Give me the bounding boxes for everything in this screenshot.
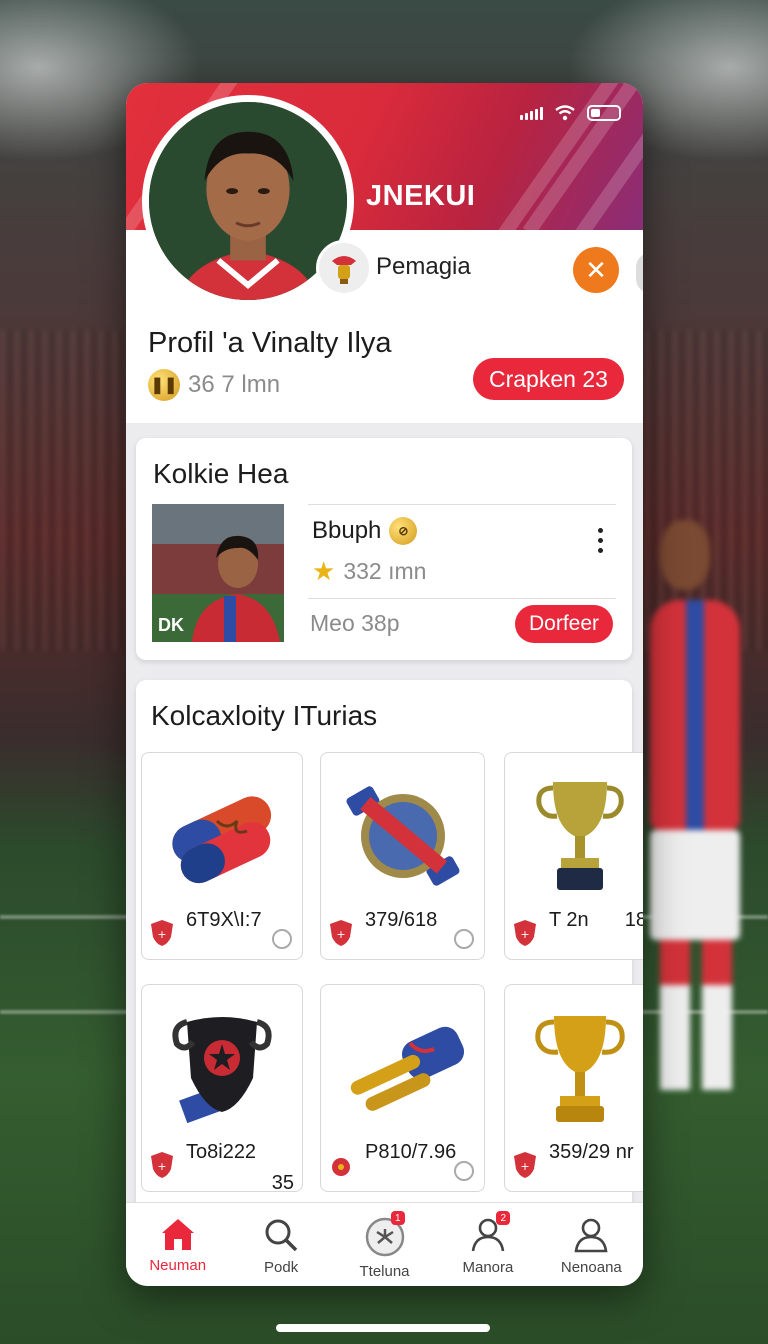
gloves-icon <box>172 796 272 884</box>
phone-screen: JNEKUI Pemagia ✕ Profil 'a Vinalty Ilya … <box>126 83 643 1286</box>
item-extra: 18 <box>624 909 643 931</box>
svg-text:+: + <box>336 928 345 941</box>
svg-text:+: + <box>157 928 166 941</box>
signal-icon <box>520 106 543 120</box>
shield-icon: + <box>514 920 536 946</box>
profile-stat-value: 36 7 lmn <box>188 371 281 398</box>
boots-icon <box>350 1026 464 1111</box>
badge-icon <box>345 786 460 886</box>
collection-item[interactable]: + T 2n 18 <box>504 752 643 960</box>
pin-icon <box>332 1158 350 1176</box>
profile-stat: ❚❚ 36 7 lmn <box>148 369 280 401</box>
featured-title: Kolkie Hea <box>153 458 289 489</box>
svg-text:+: + <box>520 1160 529 1173</box>
close-icon: ✕ <box>585 254 607 285</box>
crest-icon <box>172 1017 272 1124</box>
collection-item[interactable]: + 359/29 nr <box>504 984 643 1192</box>
select-radio[interactable] <box>272 929 292 949</box>
trophy-icon <box>536 782 624 890</box>
shield-icon: + <box>330 920 352 946</box>
page-title: Profil 'a Vinalty Ilya <box>148 327 392 359</box>
featured-name: Bbuph <box>312 517 382 544</box>
bottom-navigation: Neuman Podk 1 Tteluna 2 Manora Nenoana <box>126 1202 643 1286</box>
wifi-icon <box>555 105 575 121</box>
close-button[interactable]: ✕ <box>573 247 619 293</box>
item-extra: 35 <box>271 1172 294 1192</box>
collection-title: Kolcaxloity ITurias <box>151 700 378 731</box>
divider <box>308 504 616 505</box>
featured-rating-row: ★ 332 ımn <box>312 556 426 587</box>
nav-label: Podk <box>264 1259 299 1276</box>
item-label: 359/29 nr <box>549 1141 634 1163</box>
notification-badge: 1 <box>390 1211 405 1225</box>
profile-action-button[interactable]: Crapken 23 <box>473 358 624 400</box>
featured-name-row: Bbuph ⊘ <box>312 517 418 545</box>
battery-icon <box>587 105 621 121</box>
nav-item-matches[interactable]: 1 Tteluna <box>333 1203 436 1286</box>
item-label: T 2n <box>549 909 589 931</box>
collection-item[interactable]: + To8i222 35 <box>141 984 303 1192</box>
item-label: To8i222 <box>186 1141 257 1163</box>
svg-text:+: + <box>520 928 529 941</box>
home-icon <box>161 1219 194 1250</box>
shield-icon: + <box>151 920 173 946</box>
collection-item[interactable]: + 379/618 <box>320 752 485 960</box>
thumb-tag: DK <box>158 615 184 635</box>
shield-icon: + <box>514 1152 536 1178</box>
nav-item-team[interactable]: 2 Manora <box>436 1203 539 1286</box>
coin-icon: ❚❚ <box>148 369 180 401</box>
search-icon <box>265 1219 298 1252</box>
nav-label: Manora <box>462 1259 514 1276</box>
club-name: Pemagia <box>376 253 471 280</box>
select-radio[interactable] <box>454 1161 474 1181</box>
collection-item[interactable]: P810/7.96 <box>320 984 485 1192</box>
shield-icon: + <box>151 1152 173 1178</box>
featured-rating: 332 ımn <box>343 558 427 584</box>
featured-card: Kolkie Hea DK Bbuph ⊘ ★ 332 ımn Meo 38p <box>136 438 632 660</box>
home-indicator[interactable] <box>276 1324 490 1332</box>
trophy-icon <box>535 1015 625 1122</box>
status-bar <box>520 105 621 121</box>
svg-text:+: + <box>157 1160 166 1173</box>
collection-card: Kolcaxloity ITurias + 6T9X\I:7 + 379/618… <box>136 680 643 1210</box>
featured-thumbnail[interactable]: DK <box>152 504 284 642</box>
divider <box>308 598 616 599</box>
item-label: 379/618 <box>365 909 438 931</box>
nav-item-search[interactable]: Podk <box>229 1203 332 1286</box>
notification-badge: 2 <box>496 1211 511 1225</box>
nav-label: Nenoana <box>560 1259 622 1276</box>
coin-icon: ⊘ <box>389 517 418 545</box>
background-player <box>640 500 768 1120</box>
nav-item-home[interactable]: Neuman <box>126 1203 229 1286</box>
profile-icon <box>574 1218 608 1253</box>
nav-item-profile[interactable]: Nenoana <box>540 1203 643 1286</box>
club-badge-icon[interactable] <box>316 240 372 296</box>
more-options-icon[interactable] <box>598 528 603 553</box>
featured-action-button[interactable]: Dorfeer <box>515 605 614 643</box>
nav-label: Neuman <box>149 1257 207 1274</box>
brand-title: JNEKUI <box>366 180 476 212</box>
item-label: 6T9X\I:7 <box>186 909 262 931</box>
item-label: P810/7.96 <box>365 1141 457 1163</box>
select-radio[interactable] <box>454 929 474 949</box>
featured-subtitle: Meo 38p <box>310 610 400 636</box>
star-icon: ★ <box>312 556 336 586</box>
collection-item[interactable]: + 6T9X\I:7 <box>141 752 303 960</box>
nav-label: Tteluna <box>359 1263 410 1280</box>
